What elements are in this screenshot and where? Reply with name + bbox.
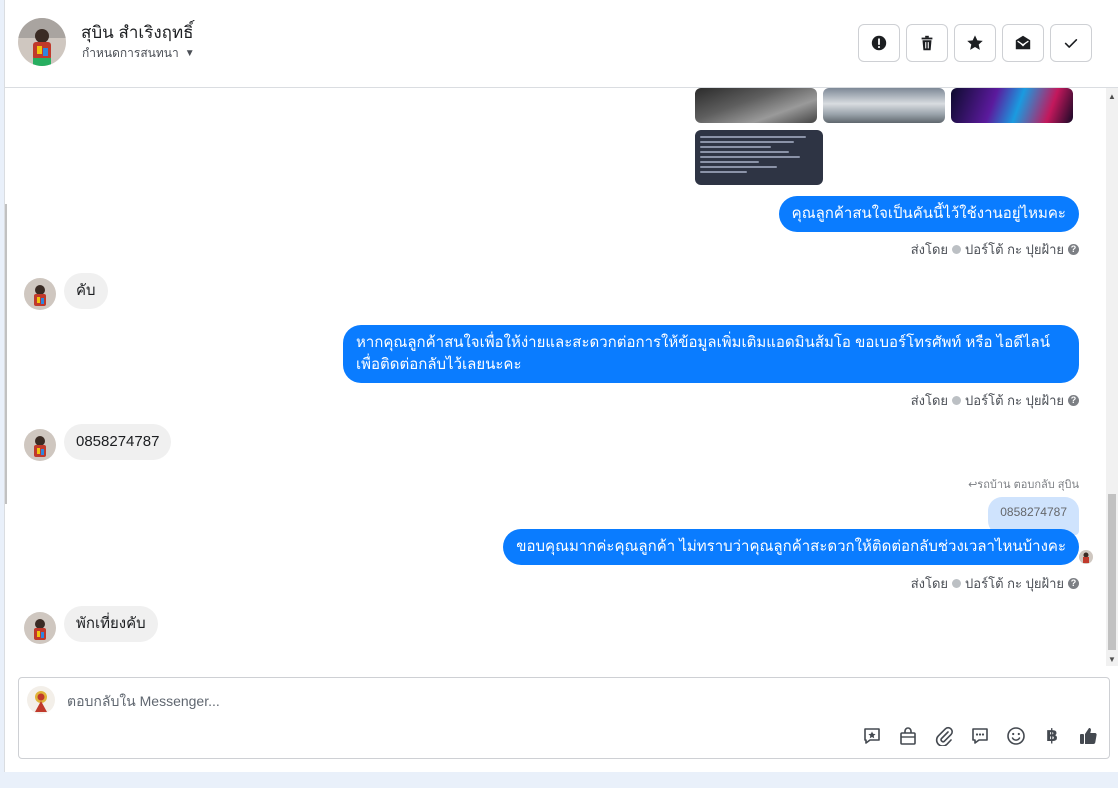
check-icon: [1064, 39, 1078, 48]
alert-icon: [871, 35, 887, 51]
baht-icon: ฿: [1046, 726, 1058, 745]
message-composer: ฿: [18, 677, 1110, 759]
sent-by-line: ส่งโดย ปอร์โต้ กะ ปุยฝ้าย ?: [911, 390, 1079, 411]
help-icon[interactable]: ?: [1068, 395, 1079, 406]
scroll-up-icon[interactable]: ▲: [1108, 92, 1116, 101]
payment-button[interactable]: ฿: [1041, 725, 1063, 747]
incoming-message[interactable]: คับ: [64, 273, 108, 309]
sent-by-label: ส่งโดย: [910, 576, 949, 591]
outgoing-message[interactable]: หากคุณลูกค้าสนใจเพื่อให้ง่ายและสะดวกต่อก…: [343, 325, 1079, 383]
help-icon[interactable]: ?: [1068, 578, 1079, 589]
contact-avatar[interactable]: [18, 18, 66, 66]
mark-unread-button[interactable]: [1002, 24, 1044, 62]
conversation-header: สุบิน สำเริงฤทธิ์ กำหนดการสนทนา ▼: [5, 0, 1118, 88]
contact-avatar[interactable]: [24, 278, 56, 310]
assign-conversation-dropdown[interactable]: กำหนดการสนทนา ▼: [82, 44, 195, 63]
reply-arrow-icon: ↩: [968, 479, 978, 491]
check-badge-icon: [952, 245, 962, 254]
sent-by-name: ปอร์โต้ กะ ปุยฝ้าย: [965, 242, 1064, 257]
attachment-image[interactable]: [695, 88, 817, 123]
scroll-down-icon[interactable]: ▼: [1108, 655, 1116, 664]
divider: [5, 204, 7, 504]
attach-button[interactable]: [933, 725, 955, 747]
chat-bubble-icon: [972, 728, 988, 744]
reply-context: ↩รถบ้าน ตอบกลับ สุบิน: [968, 475, 1079, 493]
composer-toolbar: ฿: [861, 725, 1099, 747]
incoming-message[interactable]: พักเที่ยงคับ: [64, 606, 158, 642]
attachment-image[interactable]: [951, 88, 1073, 123]
page-avatar: [27, 686, 55, 714]
check-badge-icon: [952, 579, 962, 588]
thumbs-up-icon: [1080, 728, 1097, 745]
mark-spam-button[interactable]: [858, 24, 900, 62]
saved-reply-icon: [864, 728, 880, 744]
sent-by-label: ส่งโดย: [910, 393, 949, 408]
sent-by-line: ส่งโดย ปอร์โต้ กะ ปุยฝ้าย ?: [911, 239, 1079, 260]
conversation-panel: สุบิน สำเริงฤทธิ์ กำหนดการสนทนา ▼ คุณลูก…: [4, 0, 1118, 772]
reply-note-text: รถบ้าน ตอบกลับ สุบิน: [977, 479, 1079, 491]
quick-reply-button[interactable]: [969, 725, 991, 747]
sent-by-name: ปอร์โต้ กะ ปุยฝ้าย: [965, 576, 1064, 591]
help-icon[interactable]: ?: [1068, 244, 1079, 255]
contact-avatar[interactable]: [24, 612, 56, 644]
shop-button[interactable]: [897, 725, 919, 747]
caret-down-icon: ▼: [184, 48, 195, 59]
check-badge-icon: [952, 396, 962, 405]
mark-unread-icon: [1015, 35, 1031, 50]
shopping-bag-icon: [900, 727, 916, 745]
attachment-image[interactable]: [823, 88, 945, 123]
sent-by-label: ส่งโดย: [910, 242, 949, 257]
outgoing-message[interactable]: คุณลูกค้าสนใจเป็นคันนี้ไว้ใช้งานอยู่ไหมค…: [778, 196, 1079, 232]
seen-avatar: [1079, 550, 1093, 564]
contact-name: สุบิน สำเริงฤทธิ์: [81, 23, 194, 42]
like-button[interactable]: [1077, 725, 1099, 747]
emoji-button[interactable]: [1005, 725, 1027, 747]
contact-avatar[interactable]: [24, 429, 56, 461]
attachment-image[interactable]: [695, 130, 823, 185]
reply-input[interactable]: [67, 690, 967, 712]
star-button[interactable]: [954, 24, 996, 62]
thread-scrollbar[interactable]: ▲ ▼: [1106, 88, 1118, 666]
outgoing-message[interactable]: ขอบคุณมากค่ะคุณลูกค้า ไม่ทราบว่าคุณลูกค้…: [503, 529, 1079, 565]
sent-by-line: ส่งโดย ปอร์โต้ กะ ปุยฝ้าย ?: [911, 573, 1079, 594]
incoming-message[interactable]: 0858274787: [64, 424, 172, 460]
star-icon: [967, 35, 983, 50]
saved-replies-button[interactable]: [861, 725, 883, 747]
scrollbar-thumb[interactable]: [1108, 494, 1116, 650]
paperclip-icon: [935, 726, 953, 746]
delete-button[interactable]: [906, 24, 948, 62]
mark-done-button[interactable]: [1050, 24, 1092, 62]
sent-by-name: ปอร์โต้ กะ ปุยฝ้าย: [965, 393, 1064, 408]
trash-icon: [921, 35, 933, 51]
header-actions: [858, 24, 1092, 62]
smiley-icon: [1007, 727, 1025, 745]
assign-label: กำหนดการสนทนา: [82, 46, 179, 60]
message-thread: คุณลูกค้าสนใจเป็นคันนี้ไว้ใช้งานอยู่ไหมค…: [5, 88, 1118, 666]
